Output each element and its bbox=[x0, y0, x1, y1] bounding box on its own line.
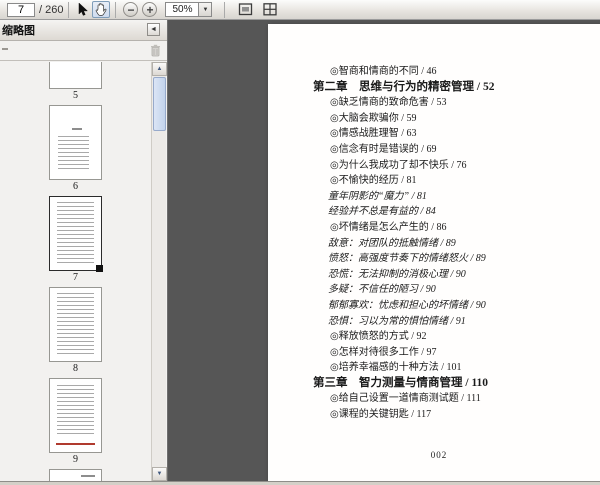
fit-width-button[interactable] bbox=[237, 2, 254, 18]
toolbar-divider bbox=[115, 1, 117, 18]
table-of-contents: ◎智商和情商的不同 / 46 第二章 思维与行为的精密管理 / 52 ◎缺乏情商的致… bbox=[268, 64, 600, 423]
toc-entry: 恐慌：无法抑制的消极心理 / 90 bbox=[328, 268, 466, 280]
scroll-up-button[interactable]: ▲ bbox=[152, 62, 167, 76]
toc-entry: 敌意：对团队的抵触情绪 / 89 bbox=[328, 237, 456, 249]
toolbar: / 260 − + 50% ▼ bbox=[0, 0, 600, 20]
zoom-out-button[interactable]: − bbox=[123, 2, 139, 17]
toc-entry: 郁郁寡欢：忧虑和担心的坏情绪 / 90 bbox=[328, 299, 486, 311]
toc-entry: ◎情感战胜理智 / 63 bbox=[330, 128, 417, 140]
toc-entry: ◎不愉快的经历 / 81 bbox=[330, 175, 417, 187]
cursor-arrow-icon bbox=[78, 3, 89, 16]
thumbnail-page-7[interactable] bbox=[49, 196, 103, 272]
thumbnail-text-preview bbox=[57, 385, 94, 437]
thumbnail-label: 5 bbox=[73, 90, 78, 101]
toc-entry: 第二章 思维与行为的精密管理 / 52 bbox=[313, 80, 495, 93]
scrollbar-thumb[interactable] bbox=[153, 77, 166, 131]
thumbnail-page-8[interactable] bbox=[49, 287, 102, 362]
thumbnail-title-mark bbox=[72, 128, 82, 130]
thumbnails-toolbar bbox=[0, 41, 167, 61]
thumbnails-panel: 缩略图 ◄ 5 6 7 8 9 ▲ ▼ bbox=[0, 20, 168, 481]
thumbnail-page-9[interactable] bbox=[49, 378, 102, 453]
zoom-in-button[interactable]: + bbox=[142, 2, 158, 17]
thumbnail-label: 7 bbox=[73, 272, 78, 283]
toc-entry: ◎为什么我成功了却不快乐 / 76 bbox=[330, 159, 467, 171]
thumbnail-text-preview bbox=[57, 293, 94, 355]
zoom-level-dropdown[interactable]: ▼ bbox=[199, 2, 213, 17]
toc-entry: ◎培养幸福感的十种方法 / 101 bbox=[330, 362, 462, 374]
thumbnail-label: 9 bbox=[73, 454, 78, 465]
scroll-down-button[interactable]: ▼ bbox=[152, 467, 167, 481]
pdf-page: ◎智商和情商的不同 / 46 第二章 思维与行为的精密管理 / 52 ◎缺乏情商的致… bbox=[268, 24, 600, 481]
document-pane: ◎智商和情商的不同 / 46 第二章 思维与行为的精密管理 / 52 ◎缺乏情商的致… bbox=[168, 20, 600, 481]
page-number-footer: 002 bbox=[430, 450, 448, 460]
hand-icon bbox=[95, 3, 107, 16]
panel-collapse-button[interactable]: ◄ bbox=[147, 23, 160, 36]
options-dropdown-icon[interactable] bbox=[2, 48, 8, 50]
thumbnail-page-partial[interactable] bbox=[49, 469, 102, 481]
thumbnail-label: 6 bbox=[73, 181, 78, 192]
trash-icon bbox=[150, 44, 161, 57]
toolbar-divider bbox=[224, 1, 226, 18]
thumbnail-text-preview bbox=[57, 202, 94, 264]
main-area: 缩略图 ◄ 5 6 7 8 9 ▲ ▼ ◎智商和情商的不同 / 46 第二章 思维与行为… bbox=[0, 20, 600, 481]
fit-page-icon bbox=[263, 3, 277, 16]
toc-entry: 多疑：不信任的陋习 / 90 bbox=[328, 284, 436, 296]
toc-entry: 愤怒：高强度节奏下的情绪怒火 / 89 bbox=[328, 253, 486, 265]
thumbnail-text-preview bbox=[81, 475, 95, 477]
fit-page-button[interactable] bbox=[261, 2, 278, 18]
thumbnails-panel-header: 缩略图 ◄ bbox=[0, 20, 167, 41]
toc-entry: 童年阴影的“魔力” / 81 bbox=[328, 190, 427, 202]
toc-entry: 经验并不总是有益的 / 84 bbox=[328, 206, 436, 218]
thumbnails-panel-title: 缩略图 bbox=[2, 25, 35, 37]
toc-entry: ◎信念有时是错误的 / 69 bbox=[330, 143, 437, 155]
thumbnail-label: 8 bbox=[73, 363, 78, 374]
hand-tool-button[interactable] bbox=[92, 1, 111, 18]
fit-width-icon bbox=[238, 3, 253, 16]
toolbar-divider bbox=[68, 1, 70, 18]
toc-entry: ◎给自己设置一道情商测试题 / 111 bbox=[330, 393, 481, 405]
delete-page-button[interactable] bbox=[150, 44, 161, 57]
zoom-level-value[interactable]: 50% bbox=[165, 2, 200, 17]
thumbnail-page-6[interactable] bbox=[49, 105, 102, 180]
select-tool-button[interactable] bbox=[74, 1, 92, 18]
toc-entry: 恐惧：习以为常的惧怕情绪 / 91 bbox=[328, 315, 466, 327]
page-count-label: / 260 bbox=[39, 3, 64, 16]
thumbnails-list: 5 6 7 8 9 bbox=[0, 62, 151, 481]
toc-entry: ◎释放愤怒的方式 / 92 bbox=[330, 331, 427, 343]
toc-entry: ◎怎样对待很多工作 / 97 bbox=[330, 346, 437, 358]
toc-entry: ◎缺乏情商的致命危害 / 53 bbox=[330, 97, 447, 109]
sidebar-scrollbar[interactable]: ▲ ▼ bbox=[151, 62, 167, 481]
thumbnail-page-5[interactable] bbox=[49, 62, 102, 89]
toc-entry: 第三章 智力测量与情商管理 / 110 bbox=[313, 376, 489, 389]
chevron-down-icon: ▼ bbox=[202, 6, 209, 13]
window-bottom-edge bbox=[0, 481, 600, 485]
thumbnail-text-preview bbox=[58, 136, 89, 172]
page-number-input[interactable] bbox=[7, 2, 35, 17]
toc-entry: ◎课程的关键钥匙 / 117 bbox=[330, 409, 432, 421]
toc-entry: ◎坏情绪是怎么产生的 / 86 bbox=[330, 221, 447, 233]
arrow-up-icon: ▲ bbox=[156, 66, 163, 72]
toc-entry: ◎智商和情商的不同 / 46 bbox=[330, 66, 437, 77]
thumbnail-red-line bbox=[56, 443, 95, 445]
toc-entry: ◎大脑会欺骗你 / 59 bbox=[330, 112, 417, 124]
arrow-down-icon: ▼ bbox=[156, 471, 163, 477]
collapse-arrow-icon: ◄ bbox=[150, 26, 157, 33]
